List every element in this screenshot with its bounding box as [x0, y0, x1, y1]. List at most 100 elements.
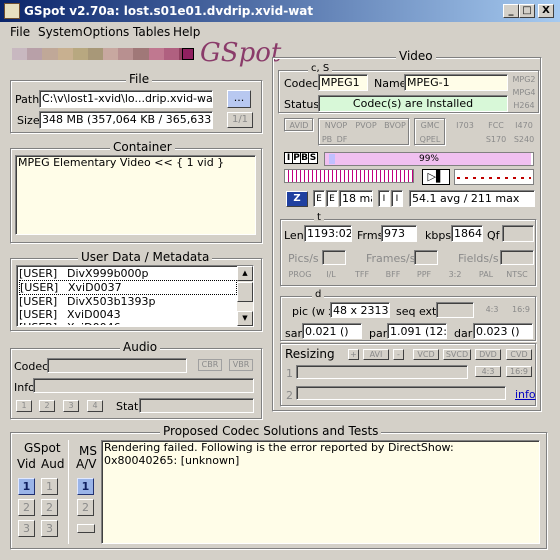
scroll-thumb[interactable] — [237, 282, 253, 302]
resize-plus-button[interactable]: + — [348, 349, 359, 360]
video-codec-label: Codec — [284, 77, 319, 90]
ee-box: E E — [313, 190, 338, 207]
s240-tag: S240 — [513, 135, 535, 144]
resize-ar43-button[interactable]: 4:3 — [475, 366, 501, 377]
cs-label: c, S — [308, 63, 333, 74]
ms-test-blank-button[interactable] — [77, 524, 95, 533]
scan-tag-tff: TFF — [354, 270, 370, 279]
qf-field — [502, 225, 534, 242]
resize-cvd-button[interactable]: CVD — [506, 349, 532, 360]
color-strip — [12, 48, 195, 60]
nvop-tag: NVOP — [324, 121, 348, 130]
audio-stat-label: Stat — [116, 400, 139, 413]
seqext-label: seq ext — [396, 305, 437, 318]
audio-stream-4-button[interactable]: 4 — [87, 400, 103, 412]
aud-label: Aud — [41, 457, 65, 471]
audio-codec-field — [47, 358, 187, 373]
scroll-up-icon[interactable]: ▲ — [237, 266, 253, 281]
resize-vcd-button[interactable]: VCD — [413, 349, 439, 360]
codec-divider — [68, 440, 69, 544]
menu-file[interactable]: File — [10, 25, 30, 39]
ms-label: MS — [79, 444, 97, 458]
path-label: Path — [15, 93, 40, 106]
color-selected-swatch[interactable] — [182, 48, 194, 60]
audio-stream-1-button[interactable]: 1 — [16, 400, 32, 412]
dar-label: dar — [454, 327, 473, 340]
userdata-tag: [USER] — [20, 281, 59, 294]
seq-ar169-tag: 16:9 — [512, 305, 530, 314]
userdata-tag: [USER] — [19, 308, 58, 321]
t-label: t — [314, 212, 324, 223]
menu-options[interactable]: Options — [83, 25, 129, 39]
resize-ar169-button[interactable]: 16:9 — [506, 366, 532, 377]
seqext-field — [436, 302, 474, 318]
resize-row-1-field — [296, 365, 468, 379]
info-link[interactable]: info — [515, 388, 536, 401]
path-field[interactable]: C:\v\lost1-xvid\lo...drip.xvid-wat.avi — [39, 90, 213, 108]
ms-test-2-button[interactable]: 2 — [77, 499, 94, 516]
ms-test-1-button[interactable]: 1 — [77, 478, 94, 495]
pics-field — [322, 250, 346, 265]
aud-test-1-button[interactable]: 1 — [41, 478, 58, 495]
userdata-group-title: User Data / Metadata — [78, 250, 213, 264]
menu-system[interactable]: System — [38, 25, 83, 39]
close-button[interactable]: X — [538, 4, 554, 18]
minimize-button[interactable]: _ — [503, 4, 519, 18]
userdata-row[interactable]: [USER] XviD0043 — [19, 308, 237, 321]
i-frame-label: I — [285, 153, 293, 163]
userdata-row[interactable]: [USER]XviD0046 — [19, 321, 237, 325]
vid-test-2-button[interactable]: 2 — [18, 499, 35, 516]
vbr-tag: VBR — [229, 359, 253, 371]
userdata-list[interactable]: [USER] DivX999b000p [USER] XviD0037 [USER] Di… — [16, 265, 254, 327]
userdata-row[interactable]: [USER] XviD0037 — [19, 280, 237, 295]
maximize-button[interactable]: □ — [519, 4, 535, 18]
size-ma-field: 18 ma — [339, 190, 373, 207]
resize-avi-button[interactable]: AVI — [363, 349, 389, 360]
fields-label: Fields/s — [458, 252, 499, 265]
size-field: 348 MB (357,064 KB / 365,633,536 — [39, 111, 213, 129]
resize-minus-button[interactable]: - — [393, 349, 404, 360]
resize-svcd-button[interactable]: SVCD — [443, 349, 471, 360]
fcc-tag: FCC — [488, 121, 504, 130]
video-codec-field: MPEG1 — [318, 74, 368, 91]
container-group-title: Container — [110, 140, 175, 154]
sar-label: sar — [285, 327, 302, 340]
aud-test-2-button[interactable]: 2 — [41, 499, 58, 516]
vid-test-3-button[interactable]: 3 — [18, 520, 35, 537]
scan-tag-ppf: PPF — [416, 270, 432, 279]
scroll-down-icon[interactable]: ▼ — [237, 311, 253, 326]
seq-ar43-tag: 4:3 — [485, 305, 499, 314]
mpg4-tag: MPG4 — [512, 88, 536, 97]
h264-tag: H264 — [513, 101, 535, 110]
vid-test-1-button[interactable]: 1 — [18, 478, 35, 495]
userdata-scrollbar[interactable]: ▲ ▼ — [237, 266, 253, 326]
gspot-logo: GSpot — [200, 38, 282, 68]
swap-icon[interactable]: Z — [286, 191, 308, 207]
pic-label: pic (w x — [292, 305, 335, 318]
browse-button[interactable]: ... — [227, 90, 251, 108]
audio-group-title: Audio — [120, 340, 161, 354]
par-field: 1.091 (12:1 — [387, 323, 447, 339]
av-label: A/V — [76, 457, 97, 471]
menu-help[interactable]: Help — [173, 25, 200, 39]
audio-stream-3-button[interactable]: 3 — [63, 400, 79, 412]
app-icon[interactable] — [4, 3, 20, 19]
scan-tag-pal: PAL — [478, 270, 494, 279]
audio-stream-2-button[interactable]: 2 — [39, 400, 55, 412]
qf-label: Qf — [487, 229, 500, 242]
kbps-label: kbps — [425, 229, 452, 242]
aud-test-3-button[interactable]: 3 — [41, 520, 58, 537]
qpel-tag: QPEL — [419, 135, 441, 144]
userdata-row[interactable]: [USER] DivX503b1393p — [19, 295, 237, 308]
i703-tag: I703 — [456, 121, 474, 130]
userdata-row[interactable]: [USER] DivX999b000p — [19, 267, 237, 280]
page-counter: 1/1 — [227, 112, 253, 128]
frame-histogram — [284, 169, 414, 183]
df-tag: DF — [336, 135, 348, 144]
resize-dvd-button[interactable]: DVD — [475, 349, 501, 360]
scan-type-tags: PROG I/L TFF BFF PPF 3:2 PAL NTSC — [286, 270, 536, 282]
menu-tables[interactable]: Tables — [133, 25, 170, 39]
userdata-value: XviD0046 — [67, 321, 121, 325]
i470-tag: I470 — [515, 121, 533, 130]
dar-field: 0.023 () — [473, 323, 533, 339]
